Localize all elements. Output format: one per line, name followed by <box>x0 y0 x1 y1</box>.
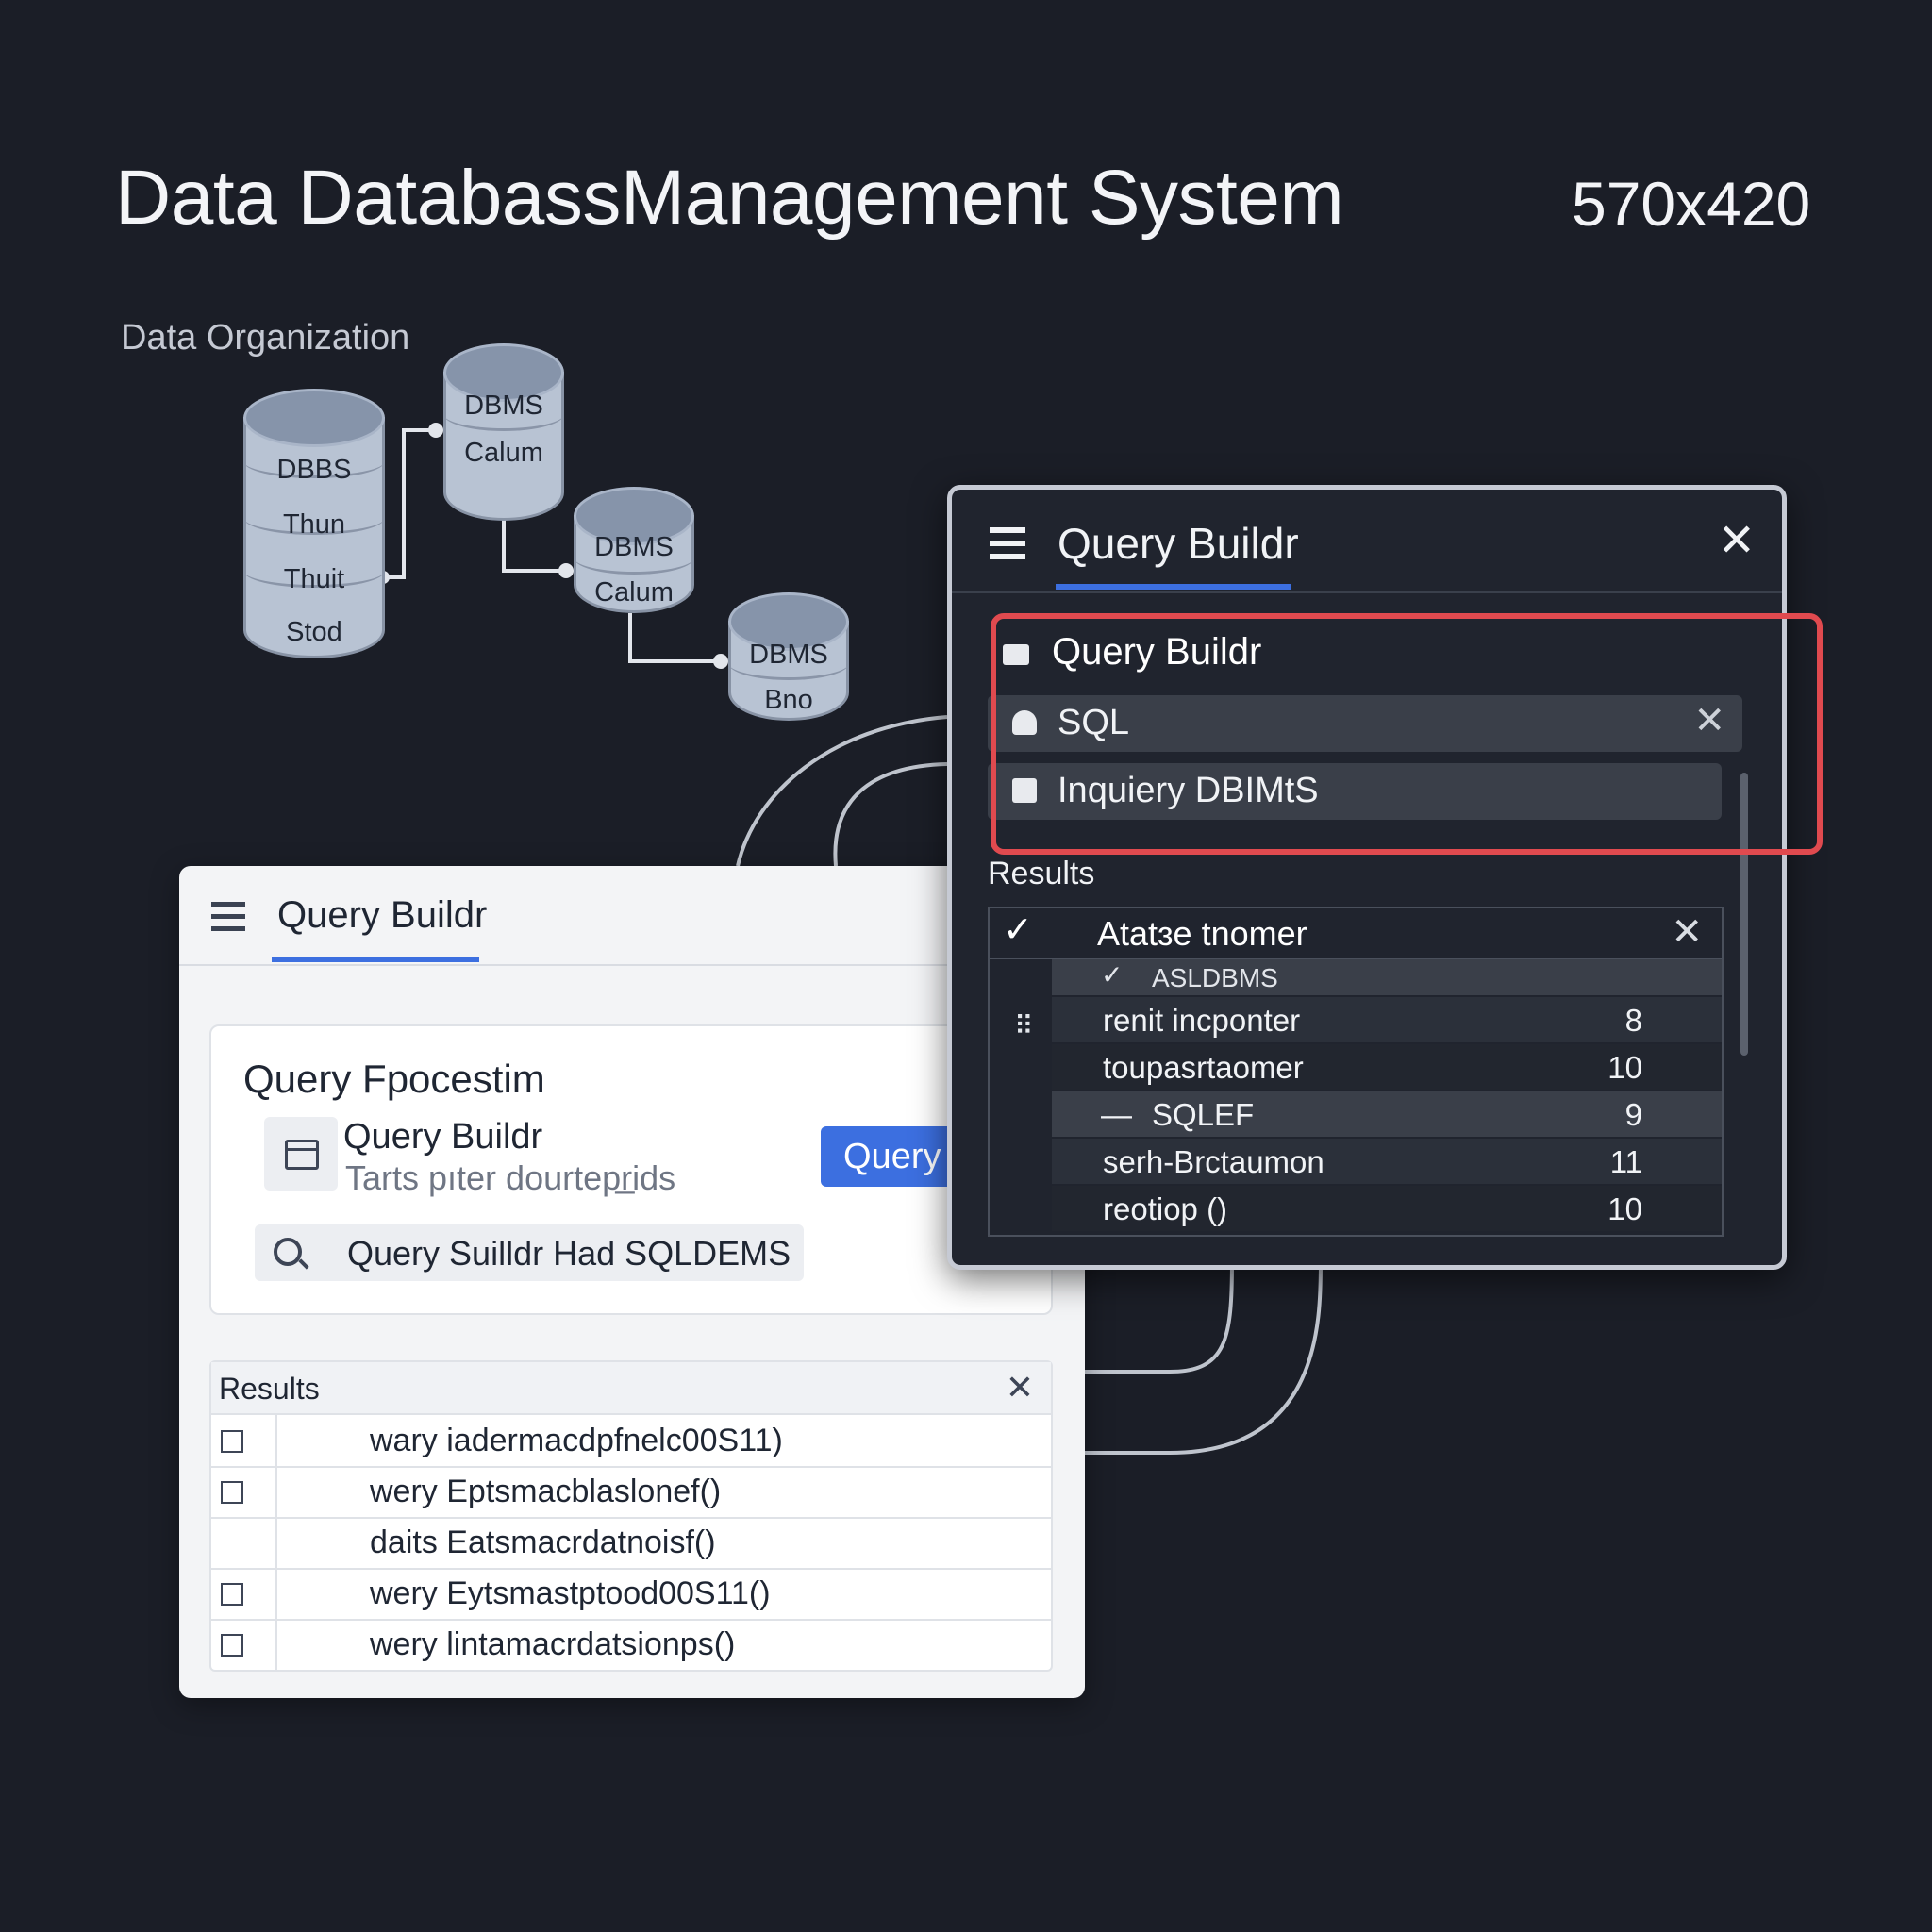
cylinder-label: Thun <box>282 509 346 540</box>
cylinder-label: DBBS <box>276 455 352 485</box>
menu-icon[interactable] <box>211 902 245 939</box>
cylinder-label: DBMS <box>749 640 828 670</box>
results-table: Results ✕ wary iadermacdpfnelc00S11) wer… <box>209 1360 1053 1672</box>
database-cylinder-a: DBMS Calum <box>443 343 564 521</box>
row-checkbox[interactable] <box>221 1583 243 1606</box>
row-text: wery Eytsmastptood00S11() <box>370 1575 771 1611</box>
tab-query-builder[interactable]: Query Buildr <box>1058 518 1299 569</box>
close-icon[interactable]: ✕ <box>1671 910 1703 954</box>
cylinder-label: DBMS <box>594 532 674 562</box>
row-value: 10 <box>1607 1050 1642 1085</box>
results-header: Results ✕ <box>211 1362 1051 1415</box>
cylinder-label: Stod <box>286 617 342 647</box>
cylinder-label: Bno <box>764 685 813 715</box>
row-text: daits Eatsmacrdatnoisf() <box>370 1524 716 1560</box>
results-header-row[interactable]: ✓ Atatɜe tnomer ✕ <box>990 908 1722 959</box>
query-processing-card: Query Fpocestim Query Buildr Tarts pıter… <box>209 1024 1053 1315</box>
row-name: reotiop () <box>1103 1191 1228 1226</box>
row-value: 8 <box>1624 1003 1642 1038</box>
results-label: Results <box>219 1372 320 1406</box>
wire-b-to-c <box>628 613 721 663</box>
card-heading: Query Fpocestim <box>243 1057 545 1101</box>
grid-icon: ⠿ <box>1014 1011 1034 1041</box>
row-checkbox[interactable] <box>221 1430 243 1453</box>
query-builder-panel-dark: Query Buildr ✕ Query Buildr SQL ✕ Inquie… <box>947 485 1787 1270</box>
curve-2 <box>833 762 948 867</box>
query-button[interactable]: Query <box>821 1126 953 1187</box>
row-value: 10 <box>1607 1191 1642 1226</box>
row-name: serh-Brctaumon <box>1103 1144 1324 1179</box>
table-row[interactable]: SQLEF — 9 <box>1052 1091 1722 1137</box>
table-row[interactable]: wery Eptsmacblaslonef() <box>211 1466 1051 1519</box>
cylinder-label: Calum <box>594 577 674 608</box>
table-row[interactable]: serh-Brctaumon 11 <box>1052 1139 1722 1184</box>
row-value: 11 <box>1609 1144 1642 1179</box>
curve-1 <box>736 715 948 867</box>
row-value: 9 <box>1624 1097 1642 1132</box>
row-checkbox[interactable] <box>221 1481 243 1504</box>
wire-a-to-b <box>502 519 566 573</box>
tab-query-builder[interactable]: Query Buildr <box>277 894 487 937</box>
active-tab-indicator <box>1056 584 1291 590</box>
close-icon[interactable]: ✕ <box>1006 1368 1034 1407</box>
search-text: Query Suilldr Had SQLDEMS <box>347 1234 791 1273</box>
cylinder-label: Thuit <box>283 564 345 594</box>
table-row[interactable]: toupasrtaomer 10 <box>1052 1044 1722 1090</box>
table-row[interactable]: wery lintamacrdatsionps() <box>211 1619 1051 1670</box>
database-cylinder-c: DBMS Bno <box>728 592 849 721</box>
row-name: renit incponter <box>1103 1003 1301 1038</box>
search-icon <box>274 1238 302 1266</box>
row-name: SQLEF <box>1152 1097 1255 1132</box>
table-row[interactable]: daits Eatsmacrdatnoisf() <box>211 1517 1051 1570</box>
window-icon <box>264 1117 338 1191</box>
row-text: wery lintamacrdatsionps() <box>370 1626 736 1662</box>
results-label: Results <box>988 856 1095 891</box>
row-name: toupasrtaomer <box>1103 1050 1304 1085</box>
search-field[interactable]: Query Suilldr Had SQLDEMS <box>255 1224 804 1281</box>
panel-header: Query Buildr ✕ <box>952 490 1782 593</box>
row-checkbox[interactable] <box>221 1634 243 1657</box>
header-text: Atatɜe tnomer <box>1097 914 1307 953</box>
curve-4 <box>1085 1259 1323 1455</box>
highlight-box <box>991 613 1823 855</box>
row-text: wery Eptsmacblaslonef() <box>370 1474 722 1509</box>
sub-row-text: ASLDBMS <box>1152 963 1278 992</box>
table-row[interactable]: wery Eytsmastptood00S11() <box>211 1568 1051 1621</box>
results-table: ✓ Atatɜe tnomer ✕ ✓ ASLDBMS ⠿ renit incp… <box>988 907 1724 1237</box>
database-cylinder-main: DBBS Thun Thuit Stod <box>243 389 385 658</box>
check-icon: ✓ <box>1003 910 1033 950</box>
check-icon: ✓ <box>1101 960 1124 990</box>
table-row[interactable]: renit incponter 8 <box>1052 997 1722 1042</box>
close-icon[interactable]: ✕ <box>1718 514 1756 567</box>
row-text: wary iadermacdpfnelc00S11) <box>370 1423 783 1458</box>
database-cylinder-b: DBMS Calum <box>574 487 694 613</box>
cylinder-label: Calum <box>464 438 543 468</box>
dash-icon: — <box>1101 1097 1132 1132</box>
curve-3 <box>1085 1259 1234 1374</box>
table-row[interactable]: wary iadermacdpfnelc00S11) <box>211 1415 1051 1468</box>
sub-row[interactable]: ✓ ASLDBMS <box>1052 959 1722 995</box>
item-subtitle: Tarts pıter dourtepr̲ids <box>345 1158 676 1197</box>
active-tab-indicator <box>272 957 479 962</box>
item-title: Query Buildr <box>343 1117 543 1157</box>
wire-main-to-a <box>383 428 436 579</box>
table-row[interactable]: reotiop () 10 <box>1052 1186 1722 1231</box>
menu-icon[interactable] <box>990 527 1025 567</box>
cylinder-label: DBMS <box>464 391 543 421</box>
